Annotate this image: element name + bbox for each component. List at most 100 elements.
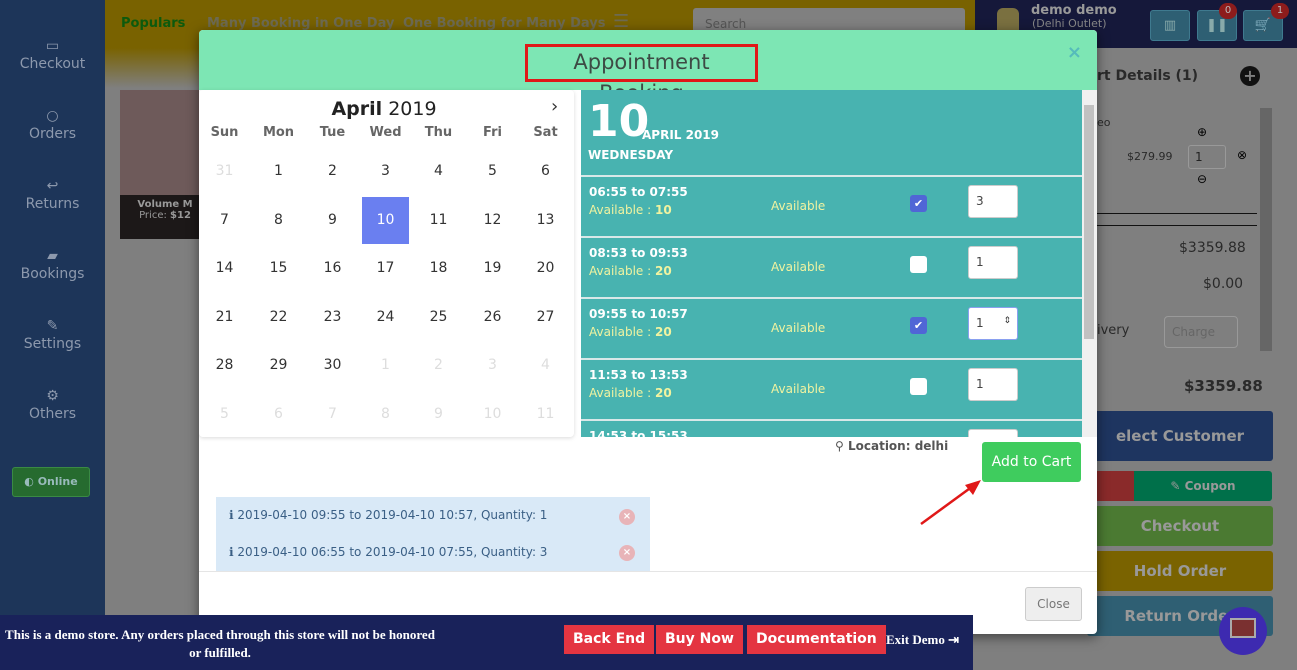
- remove-icon[interactable]: ⊗: [1237, 148, 1247, 162]
- plus-icon[interactable]: ⊕: [1197, 125, 1207, 139]
- circle-icon: ○: [46, 108, 59, 124]
- sidebar-item-returns[interactable]: ↩ Returns: [0, 178, 105, 212]
- calendar-day[interactable]: 12: [469, 197, 516, 244]
- calendar-day[interactable]: 5: [469, 148, 516, 195]
- calendar-day[interactable]: 6: [522, 148, 569, 195]
- slots-scrollbar[interactable]: [1082, 90, 1097, 437]
- modal-footer-divider: [199, 571, 1097, 572]
- subtotal: $3359.88: [1179, 240, 1246, 256]
- remove-selection-icon[interactable]: ×: [619, 545, 635, 561]
- calendar-day[interactable]: 30: [309, 342, 356, 389]
- close-icon[interactable]: ×: [1067, 42, 1082, 63]
- selected-bookings: ℹ 2019-04-10 09:55 to 2019-04-10 10:57, …: [216, 497, 650, 572]
- calendar-day[interactable]: 4: [415, 148, 462, 195]
- slot-quantity-input[interactable]: 1 ⇕: [968, 307, 1018, 340]
- slot-quantity-input[interactable]: 1: [968, 246, 1018, 279]
- calendar-day[interactable]: 15: [255, 245, 302, 292]
- cart-qty-input[interactable]: 1: [1188, 145, 1226, 169]
- sidebar-item-settings[interactable]: ✎ Settings: [0, 318, 105, 352]
- buy-now-button[interactable]: Buy Now: [656, 625, 743, 654]
- weekday-header: Fri: [483, 125, 502, 140]
- documentation-button[interactable]: Documentation: [747, 625, 886, 654]
- calendar-day[interactable]: 8: [255, 197, 302, 244]
- user-name: demo demo: [1031, 3, 1117, 18]
- slot-checkbox[interactable]: ✔: [910, 195, 927, 212]
- calendar-day[interactable]: 28: [201, 342, 248, 389]
- tab-many-booking-one-day[interactable]: Many Booking in One Day: [207, 16, 394, 31]
- calendar-day[interactable]: 2: [309, 148, 356, 195]
- add-icon[interactable]: +: [1240, 66, 1260, 86]
- availability-count: 20: [655, 264, 672, 278]
- calendar-day[interactable]: 16: [309, 245, 356, 292]
- calendar-day[interactable]: 27: [522, 294, 569, 341]
- slot-quantity-input[interactable]: 3: [968, 185, 1018, 218]
- slot-checkbox[interactable]: [910, 256, 927, 273]
- slot-checkbox[interactable]: [910, 378, 927, 395]
- calendar-day[interactable]: 17: [362, 245, 409, 292]
- tab-one-booking-many-days[interactable]: One Booking for Many Days: [403, 16, 605, 31]
- sidebar-item-others[interactable]: ⚙ Others: [0, 388, 105, 422]
- sidebar-item-bookings[interactable]: ▰ Bookings: [0, 248, 105, 282]
- barcode-button[interactable]: ▥: [1150, 10, 1190, 41]
- calendar-day[interactable]: 1: [255, 148, 302, 195]
- calendar-day[interactable]: 9: [309, 197, 356, 244]
- calendar-day[interactable]: 10: [362, 196, 409, 244]
- calendar-day-other-month: 8: [381, 405, 390, 422]
- spinner-icon[interactable]: ⇕: [1003, 316, 1011, 326]
- checkout-button[interactable]: Checkout: [1087, 506, 1273, 546]
- calendar-day[interactable]: 26: [469, 294, 516, 341]
- hold-order-button[interactable]: Hold Order: [1087, 551, 1273, 591]
- book-icon: ▰: [47, 248, 58, 264]
- sidebar-item-orders[interactable]: ○ Orders: [0, 108, 105, 142]
- calendar-year: 2019: [388, 98, 437, 120]
- calendar-day[interactable]: 25: [415, 294, 462, 341]
- online-toggle[interactable]: ◐ Online: [12, 467, 90, 497]
- calendar-day[interactable]: 23: [309, 294, 356, 341]
- slot-checkbox[interactable]: ✔: [910, 317, 927, 334]
- calendar-day[interactable]: 11: [415, 197, 462, 244]
- next-month-icon[interactable]: ›: [551, 96, 558, 117]
- product-card[interactable]: Volume M Price: $12: [120, 90, 210, 239]
- pos-screen-button[interactable]: [1219, 607, 1267, 655]
- calendar-day[interactable]: 14: [201, 245, 248, 292]
- back-end-button[interactable]: Back End: [564, 625, 655, 654]
- minus-icon[interactable]: ⊖: [1197, 172, 1207, 186]
- coupon-button[interactable]: ✎ Coupon: [1134, 471, 1272, 501]
- calendar-day[interactable]: 7: [201, 197, 248, 244]
- cart-item-price: $279.99: [1127, 150, 1173, 163]
- calendar-day[interactable]: 19: [469, 245, 516, 292]
- tab-populars[interactable]: Populars: [121, 16, 185, 31]
- calendar-day[interactable]: 22: [255, 294, 302, 341]
- hold-badge: 0: [1219, 3, 1237, 19]
- add-to-cart-button[interactable]: Add to Cart: [982, 442, 1081, 482]
- calendar-day-other-month: 7: [328, 405, 337, 422]
- calendar-day[interactable]: 13: [522, 197, 569, 244]
- slot-time: 06:55 to 07:55: [589, 185, 688, 199]
- sidebar-item-checkout[interactable]: ▭ Checkout: [0, 38, 105, 72]
- calendar-day-other-month: 6: [274, 405, 283, 422]
- slot-quantity-input[interactable]: 1: [968, 368, 1018, 401]
- red-arrow-annotation: [920, 480, 981, 526]
- calendar-day-other-month: 5: [220, 405, 229, 422]
- delivery-charge-input[interactable]: Charge: [1164, 316, 1238, 348]
- slot-quantity-input[interactable]: [968, 429, 1018, 437]
- slot-availability: Available : 20: [589, 386, 672, 400]
- sign-out-icon: ⇥: [948, 632, 960, 647]
- calendar-day[interactable]: 21: [201, 294, 248, 341]
- cart-title[interactable]: rt Details (1): [1097, 68, 1198, 84]
- calendar-day[interactable]: 3: [362, 148, 409, 195]
- remove-selection-icon[interactable]: ×: [619, 509, 635, 525]
- calendar-day[interactable]: 18: [415, 245, 462, 292]
- online-label: Online: [37, 475, 78, 488]
- list-icon[interactable]: ☰: [613, 11, 629, 32]
- calendar-day[interactable]: 24: [362, 294, 409, 341]
- calendar-day[interactable]: 20: [522, 245, 569, 292]
- select-customer-button[interactable]: elect Customer: [1087, 411, 1273, 461]
- exit-demo-link[interactable]: Exit Demo ⇥: [886, 632, 959, 648]
- tax: $0.00: [1203, 276, 1244, 292]
- calendar-day[interactable]: 29: [255, 342, 302, 389]
- availability-label: Available :: [589, 203, 652, 217]
- weekday-header: Wed: [369, 125, 402, 140]
- close-button[interactable]: Close: [1025, 587, 1082, 621]
- cart-scrollbar[interactable]: [1260, 108, 1272, 351]
